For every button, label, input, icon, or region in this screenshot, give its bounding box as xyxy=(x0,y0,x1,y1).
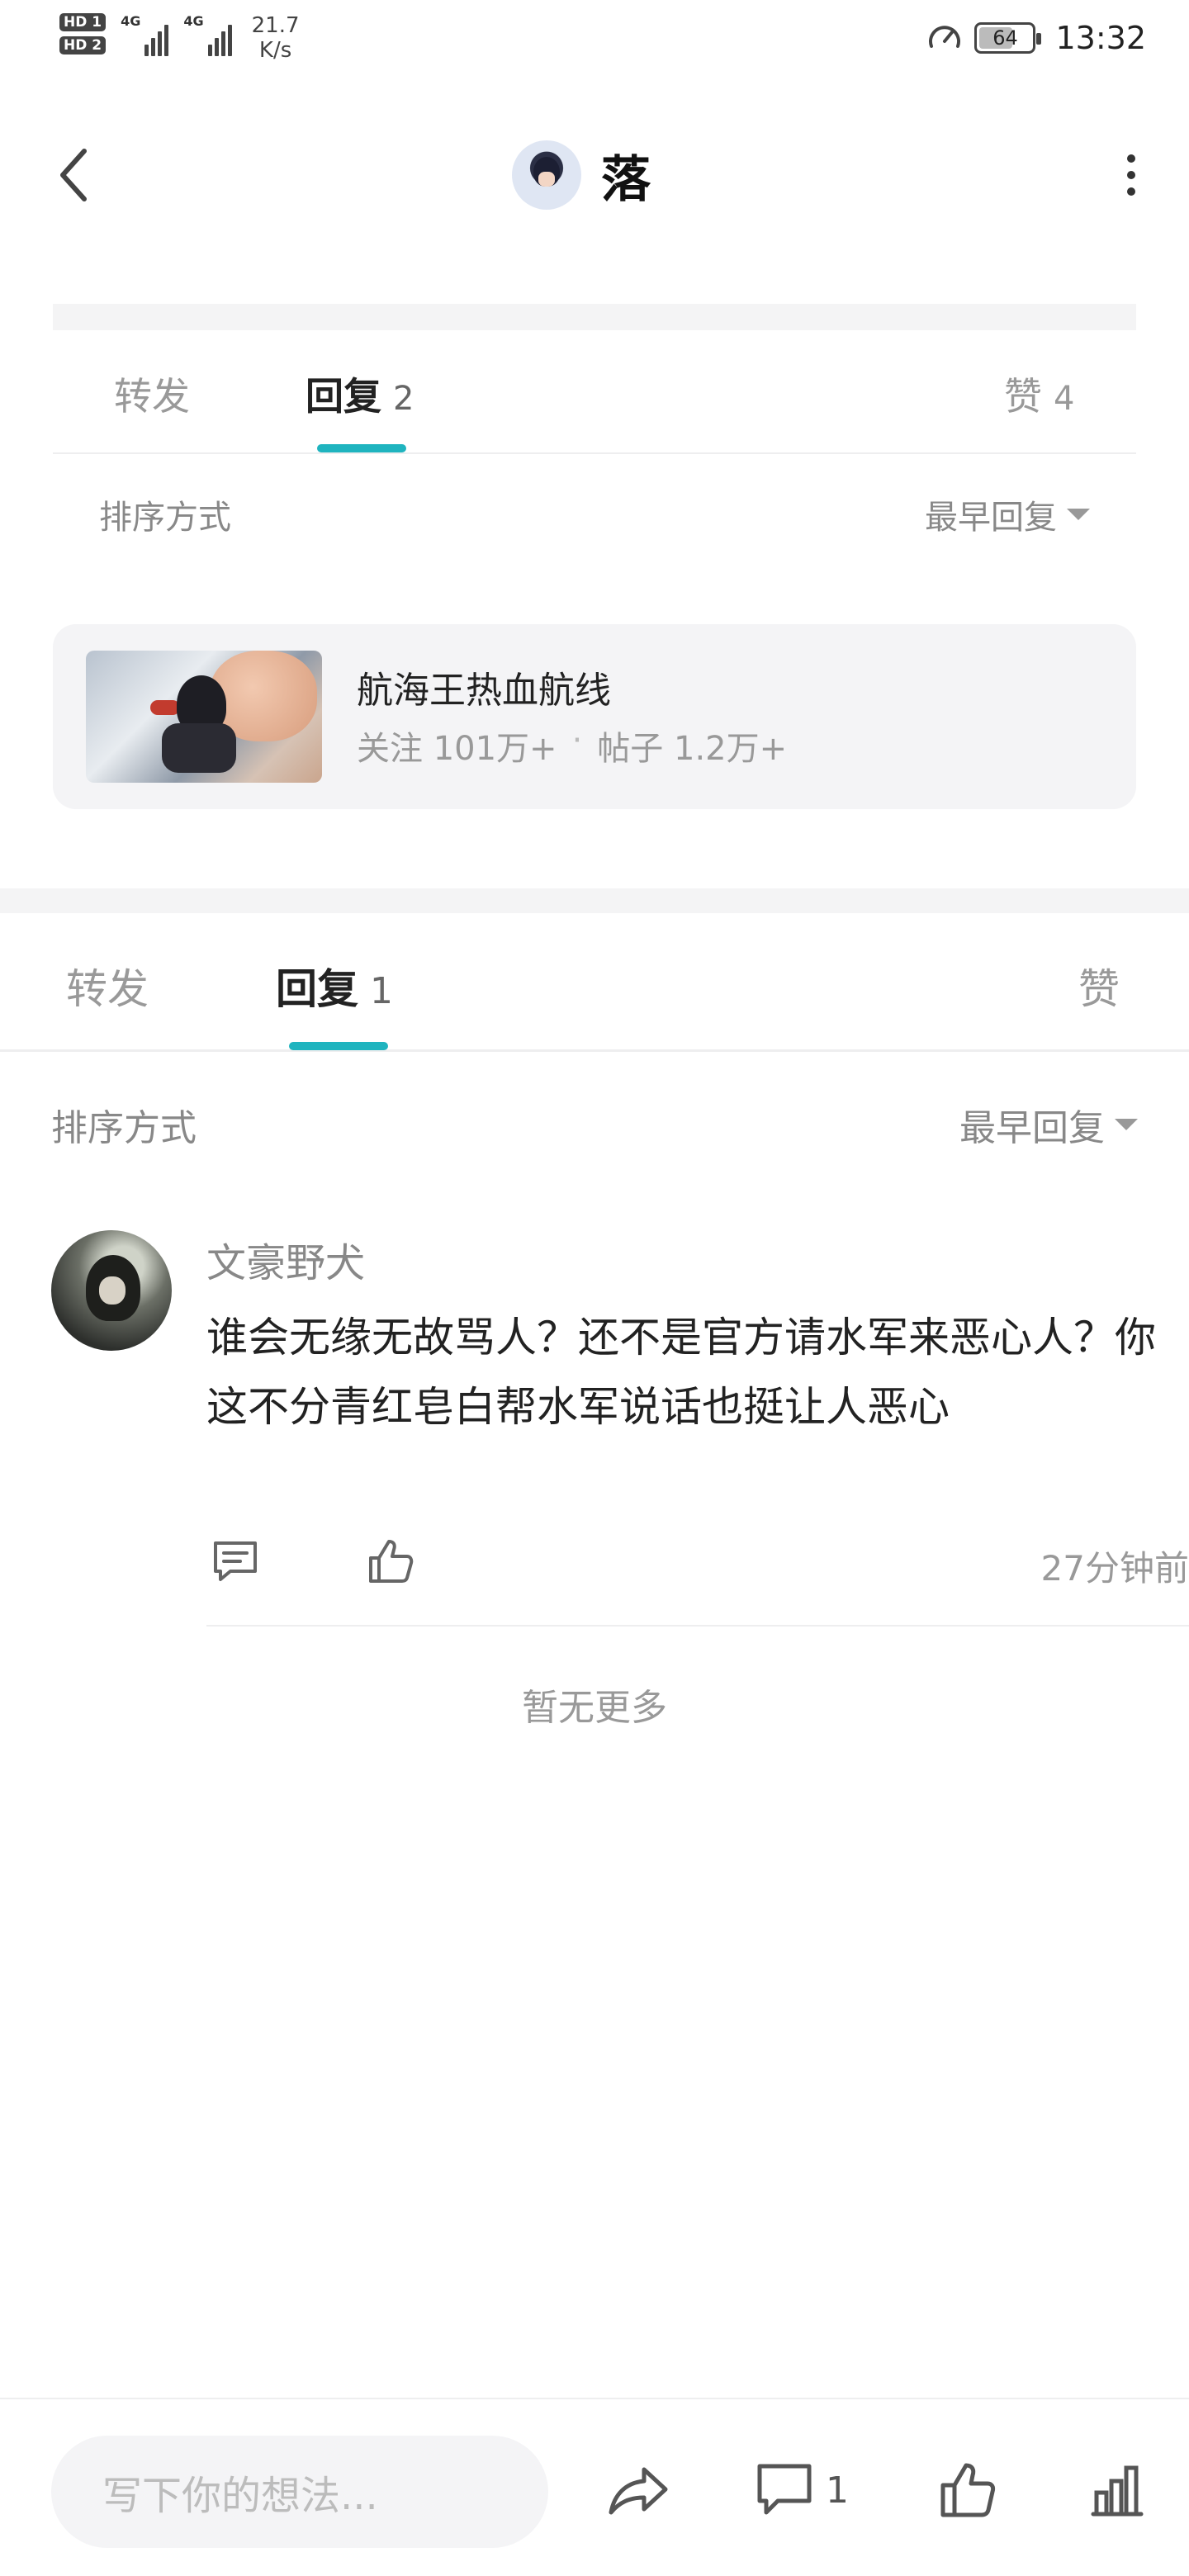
sort-dropdown[interactable]: 最早回复 xyxy=(925,490,1090,538)
tab-count: 4 xyxy=(1054,380,1075,418)
like-button[interactable] xyxy=(938,2449,997,2531)
forum-post-count: 帖子 1.2万+ xyxy=(597,730,788,768)
battery-level: 64 xyxy=(992,26,1018,50)
comment-input[interactable]: 写下你的想法... xyxy=(51,2436,548,2548)
hd-indicators: HD 1 HD 2 xyxy=(59,13,107,54)
back-button[interactable] xyxy=(48,142,101,208)
comment-count: 1 xyxy=(826,2469,849,2512)
active-tab-indicator xyxy=(317,444,406,452)
status-right: 64 13:32 xyxy=(926,20,1146,56)
tab-label: 回复 xyxy=(306,374,381,419)
speedometer-icon xyxy=(929,26,961,48)
author-avatar[interactable] xyxy=(512,140,581,210)
signal-1-icon: 4G xyxy=(121,13,169,56)
commenter-avatar[interactable] xyxy=(51,1230,172,1351)
upper-divider xyxy=(53,304,1136,330)
stats-button[interactable] xyxy=(1088,2449,1146,2531)
tab-label: 赞 xyxy=(1078,965,1120,1013)
signal-2-icon: 4G xyxy=(183,13,232,56)
no-more-text: 暂无更多 xyxy=(522,1687,667,1729)
caret-down-icon xyxy=(1067,509,1090,520)
hd1-badge: HD 1 xyxy=(59,13,107,31)
tab-like[interactable]: 赞 xyxy=(1078,956,1120,1016)
lower-sort-row: 排序方式 最早回复 xyxy=(51,1098,1138,1151)
forum-card[interactable]: 航海王热血航线 关注 101万+ · 帖子 1.2万+ xyxy=(53,624,1136,809)
commenter-name[interactable]: 文豪野犬 xyxy=(206,1230,365,1288)
sort-label: 排序方式 xyxy=(51,1107,197,1149)
tab-label: 转发 xyxy=(66,965,149,1013)
comment-icon xyxy=(757,2464,812,2515)
comment-divider xyxy=(206,1625,1189,1627)
signal-2-label: 4G xyxy=(183,13,204,29)
thumbs-up-icon xyxy=(369,1540,414,1583)
section-separator xyxy=(0,888,1189,913)
share-icon xyxy=(609,2467,668,2515)
comment-input-placeholder: 写下你的想法... xyxy=(102,2473,378,2519)
comment-icon xyxy=(214,1541,257,1581)
tab-reply[interactable]: 回复 1 xyxy=(276,956,393,1016)
tab-count: 2 xyxy=(393,380,414,418)
status-bar: HD 1 HD 2 4G 4G 21.7 K/s 64 13:32 xyxy=(0,0,1189,79)
meta-separator: · xyxy=(571,722,583,760)
share-button[interactable] xyxy=(606,2449,672,2531)
tab-label: 赞 xyxy=(1004,374,1042,419)
tab-reply[interactable]: 回复 2 xyxy=(306,367,414,421)
sort-value: 最早回复 xyxy=(959,1107,1105,1149)
status-left: HD 1 HD 2 4G 4G 21.7 K/s xyxy=(59,13,300,63)
bar-chart-icon xyxy=(1091,2465,1144,2517)
signal-1-label: 4G xyxy=(121,13,141,29)
battery-icon: 64 xyxy=(974,22,1042,54)
tab-count: 1 xyxy=(370,970,393,1012)
speed-value: 21.7 xyxy=(251,13,300,38)
tab-like[interactable]: 赞 4 xyxy=(1004,367,1074,421)
forum-meta: 关注 101万+ · 帖子 1.2万+ xyxy=(357,722,787,769)
forum-follow-count: 关注 101万+ xyxy=(357,730,557,768)
clock: 13:32 xyxy=(1055,20,1146,56)
more-button[interactable] xyxy=(1106,142,1156,208)
sort-value: 最早回复 xyxy=(925,499,1057,537)
forum-cover-image xyxy=(86,651,322,783)
network-speed: 21.7 K/s xyxy=(252,13,300,63)
tab-forward[interactable]: 转发 xyxy=(66,956,149,1016)
chevron-left-icon xyxy=(60,149,87,201)
active-tab-indicator xyxy=(289,1042,388,1050)
top-nav: 落 xyxy=(0,109,1189,241)
comment-text[interactable]: 谁会无缘无故骂人？还不是官方请水军来恶心人？你这不分青红皂白帮水军说话也挺让人恶… xyxy=(206,1303,1189,1442)
like-button[interactable] xyxy=(362,1532,419,1590)
lower-tabs: 转发 回复 1 赞 xyxy=(0,913,1189,1052)
caret-down-icon xyxy=(1115,1119,1138,1130)
hd2-badge: HD 2 xyxy=(59,36,107,54)
sort-label: 排序方式 xyxy=(99,499,231,537)
comments-button[interactable]: 1 xyxy=(755,2449,849,2531)
thumbs-up-icon xyxy=(940,2463,996,2517)
more-vertical-icon xyxy=(1127,154,1135,163)
tab-forward[interactable]: 转发 xyxy=(114,367,190,421)
tab-label: 回复 xyxy=(276,965,358,1013)
sort-dropdown[interactable]: 最早回复 xyxy=(959,1098,1138,1151)
upper-tabs: 转发 回复 2 赞 4 xyxy=(53,330,1136,454)
page-title: 落 xyxy=(601,150,651,209)
title-group[interactable]: 落 xyxy=(512,140,651,210)
speed-unit: K/s xyxy=(258,38,292,63)
upper-sort-row: 排序方式 最早回复 xyxy=(99,490,1090,540)
forum-name: 航海王热血航线 xyxy=(357,670,611,712)
comment-actions: 27分钟前 xyxy=(206,1532,1189,1590)
tab-label: 转发 xyxy=(114,374,190,419)
comment-time: 27分钟前 xyxy=(1040,1548,1189,1589)
bottom-action-bar: 写下你的想法... 1 xyxy=(0,2398,1189,2576)
reply-button[interactable] xyxy=(206,1532,264,1590)
